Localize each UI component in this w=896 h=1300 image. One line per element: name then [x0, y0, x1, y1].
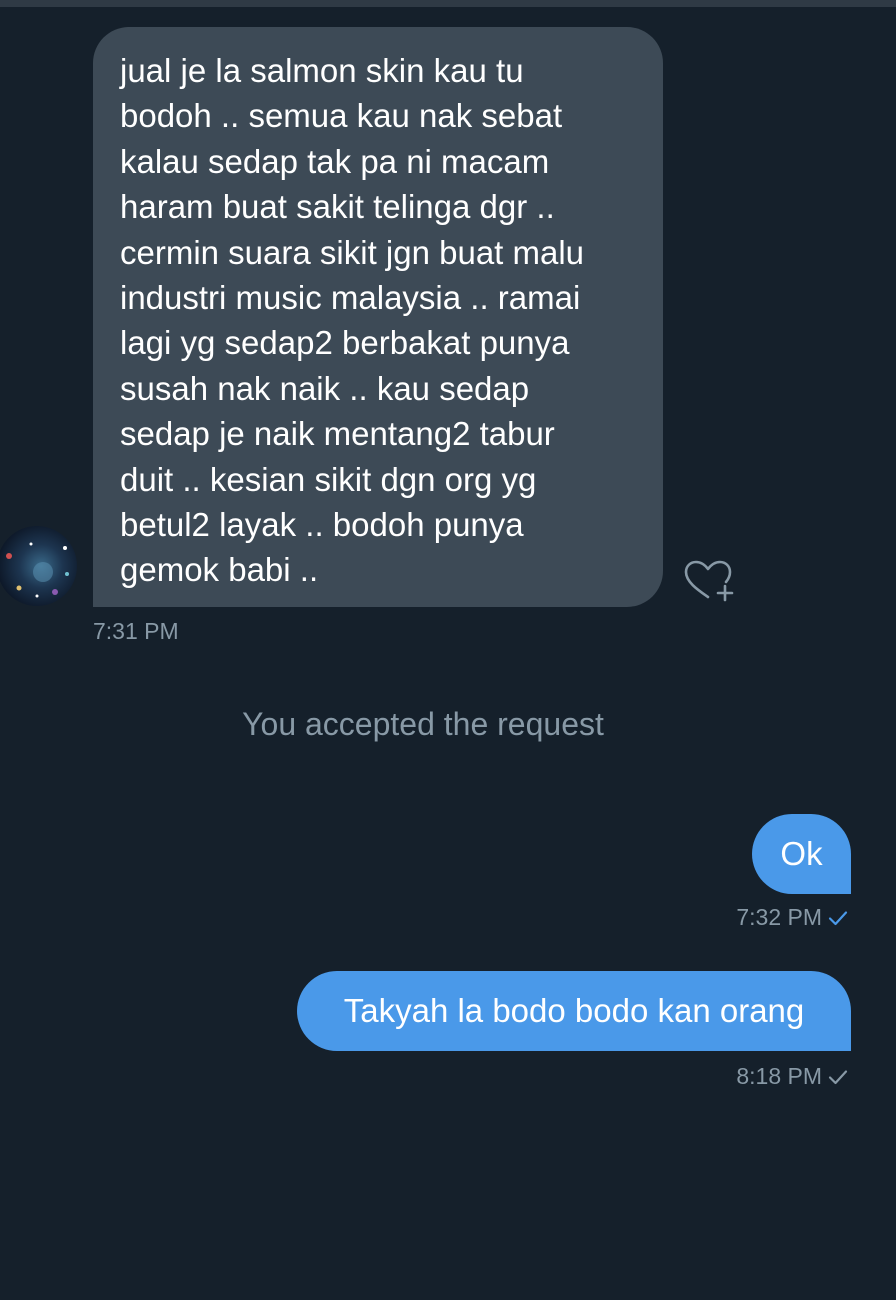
check-icon [828, 1069, 848, 1085]
heart-plus-icon [684, 560, 734, 602]
check-icon [828, 910, 848, 926]
sender-avatar[interactable] [0, 526, 77, 606]
outgoing-message-bubble[interactable]: Takyah la bodo bodo kan orang [297, 971, 851, 1051]
outgoing-timestamp: 8:18 PM [736, 1063, 822, 1089]
top-divider [0, 0, 896, 7]
incoming-message-bubble[interactable]: jual je la salmon skin kau tu bodoh .. s… [93, 27, 663, 607]
galaxy-avatar-image [0, 526, 77, 606]
outgoing-message-bubble[interactable]: Ok [752, 814, 851, 894]
react-heart-button[interactable] [680, 556, 736, 604]
system-message: You accepted the request [242, 706, 604, 742]
outgoing-timestamp: 7:32 PM [736, 904, 822, 930]
incoming-timestamp: 7:31 PM [93, 618, 179, 644]
message-meta: 7:32 PM [736, 904, 848, 931]
message-meta: 8:18 PM [736, 1063, 848, 1090]
